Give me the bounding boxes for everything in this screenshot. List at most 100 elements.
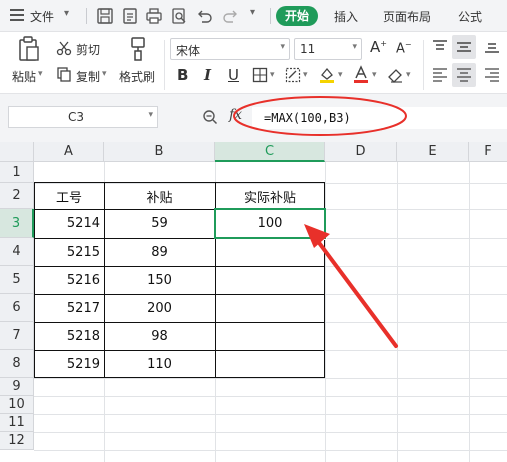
export-pdf-icon[interactable] <box>121 7 139 25</box>
align-right-icon[interactable] <box>484 68 500 82</box>
copy-button[interactable]: 复制 <box>76 68 100 85</box>
row-header-5[interactable]: 5 <box>0 266 34 294</box>
tab-page-layout[interactable]: 页面布局 <box>383 8 431 25</box>
name-box-value: C3 <box>67 110 84 124</box>
gridline <box>34 378 507 379</box>
table-cell[interactable]: 200 <box>104 301 215 316</box>
gridline <box>34 414 507 415</box>
font-size-select[interactable]: 11 ▾ <box>294 38 362 60</box>
column-header-e[interactable]: E <box>397 142 469 162</box>
table-cell[interactable]: 150 <box>104 273 215 288</box>
table-cell[interactable]: 5215 <box>34 245 100 260</box>
row-header-1[interactable]: 1 <box>0 162 34 183</box>
tab-insert[interactable]: 插入 <box>334 8 358 25</box>
column-header-a[interactable]: A <box>34 142 104 162</box>
italic-icon[interactable]: I <box>204 66 211 84</box>
table-border <box>34 322 325 323</box>
chevron-down-icon[interactable]: ▾ <box>406 70 411 80</box>
table-cell[interactable]: 59 <box>104 216 215 231</box>
annotation-ellipse <box>233 96 407 136</box>
cut-button[interactable]: 剪切 <box>76 41 100 58</box>
table-cell[interactable]: 98 <box>104 329 215 344</box>
zoom-formula-icon[interactable] <box>202 109 218 125</box>
column-header-b[interactable]: B <box>104 142 215 162</box>
table-cell[interactable]: 5217 <box>34 301 100 316</box>
align-middle-button[interactable] <box>452 35 476 59</box>
print-preview-icon[interactable] <box>170 7 188 25</box>
font-name-select[interactable]: 宋体 ▾ <box>170 38 290 60</box>
chevron-down-icon[interactable]: ▾ <box>372 70 377 80</box>
table-cell[interactable]: 5219 <box>34 357 100 372</box>
row-header-11[interactable]: 11 <box>0 414 34 432</box>
table-cell[interactable]: 89 <box>104 245 215 260</box>
decrease-font-size-icon[interactable]: A− <box>396 40 412 56</box>
row-header-9[interactable]: 9 <box>0 378 34 396</box>
cell-style-icon[interactable] <box>285 67 301 83</box>
header-cell-subsidy[interactable]: 补贴 <box>104 187 215 206</box>
align-top-icon[interactable] <box>432 40 448 54</box>
row-header-2[interactable]: 2 <box>0 183 34 209</box>
column-header-c[interactable]: C <box>215 142 325 162</box>
tab-formulas[interactable]: 公式 <box>458 8 482 25</box>
underline-icon[interactable]: U <box>228 66 239 84</box>
row-header-10[interactable]: 10 <box>0 396 34 414</box>
table-cell[interactable]: 110 <box>104 357 215 372</box>
select-all-corner[interactable] <box>0 142 34 162</box>
paste-icon[interactable] <box>17 36 41 62</box>
row-header-12[interactable]: 12 <box>0 432 34 450</box>
bold-icon[interactable]: B <box>177 66 188 84</box>
chevron-down-icon: ▾ <box>148 110 153 120</box>
file-menu[interactable]: 文件 <box>30 8 54 25</box>
increase-font-size-icon[interactable]: A+ <box>370 38 387 56</box>
format-painter-button[interactable]: 格式刷 <box>119 68 155 85</box>
tab-home[interactable]: 开始 <box>276 6 318 26</box>
align-bottom-icon[interactable] <box>484 40 500 54</box>
chevron-down-icon[interactable]: ▾ <box>38 69 43 79</box>
table-cell[interactable]: 5216 <box>34 273 100 288</box>
save-icon[interactable] <box>96 7 114 25</box>
table-cell[interactable]: 5218 <box>34 329 100 344</box>
spreadsheet-grid[interactable]: A B C D E F 1 2 3 4 5 6 7 8 9 10 11 12 工… <box>0 142 507 462</box>
row-header-6[interactable]: 6 <box>0 294 34 322</box>
align-center-button[interactable] <box>452 63 476 87</box>
row-header-3[interactable]: 3 <box>0 209 34 238</box>
row-header-7[interactable]: 7 <box>0 322 34 350</box>
gridline <box>34 432 507 433</box>
chevron-down-icon[interactable]: ▾ <box>303 70 308 80</box>
chevron-down-icon[interactable]: ▾ <box>64 8 69 19</box>
header-cell-employee-id[interactable]: 工号 <box>56 187 82 206</box>
annotation-arrow <box>304 224 398 348</box>
column-header-f[interactable]: F <box>469 142 507 162</box>
print-icon[interactable] <box>145 7 163 25</box>
divider <box>423 40 424 90</box>
menu-bar: 文件 ▾ ▾ 开始 插入 页面布局 公式 <box>0 0 507 32</box>
copy-icon[interactable] <box>56 66 72 82</box>
table-border <box>34 350 325 351</box>
gridline <box>469 162 470 462</box>
fill-color-icon[interactable] <box>318 66 336 84</box>
align-center-icon <box>457 68 471 82</box>
format-painter-icon[interactable] <box>129 36 147 62</box>
table-cell[interactable]: 5214 <box>34 216 100 231</box>
row-header-8[interactable]: 8 <box>0 350 34 378</box>
name-box[interactable]: C3 ▾ <box>8 106 158 128</box>
chevron-down-icon: ▾ <box>352 42 357 52</box>
undo-icon[interactable] <box>195 7 213 25</box>
redo-icon[interactable] <box>222 7 240 25</box>
font-color-icon[interactable] <box>352 65 370 84</box>
row-header-4[interactable]: 4 <box>0 238 34 266</box>
font-size-value: 11 <box>300 42 316 56</box>
chevron-down-icon[interactable]: ▾ <box>338 70 343 80</box>
align-left-icon[interactable] <box>432 68 448 82</box>
chevron-down-icon[interactable]: ▾ <box>102 69 107 79</box>
scissors-icon[interactable] <box>56 40 72 56</box>
chevron-down-icon[interactable]: ▾ <box>270 70 275 80</box>
header-cell-actual-subsidy[interactable]: 实际补贴 <box>215 187 325 206</box>
eraser-icon[interactable] <box>386 66 404 84</box>
borders-icon[interactable] <box>252 67 268 83</box>
main-menu-icon[interactable] <box>10 9 24 21</box>
column-header-d[interactable]: D <box>325 142 397 162</box>
paste-button[interactable]: 粘贴 <box>12 68 36 85</box>
font-name-value: 宋体 <box>176 44 201 58</box>
customize-toolbar-icon[interactable]: ▾ <box>250 7 255 18</box>
